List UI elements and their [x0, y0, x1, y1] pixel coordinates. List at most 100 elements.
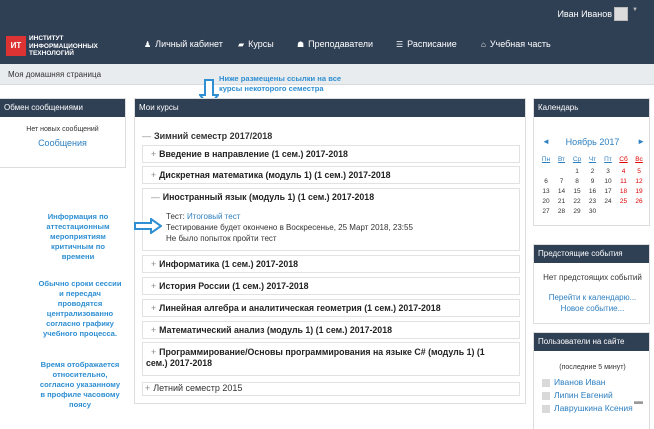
quiz-status: Не было попыток пройти тест: [166, 234, 277, 243]
annotation-line: относительно,: [52, 370, 108, 379]
logo-text: ИНСТИТУТ ИНФОРМАЦИОННЫХ ТЕХНОЛОГИЙ: [29, 35, 109, 58]
my-courses-block: Мои курсы — Зимний семестр 2017/2018 + Вве…: [134, 98, 526, 404]
calendar-day[interactable]: 6: [539, 178, 553, 186]
online-user[interactable]: Липин Евгений: [542, 390, 613, 400]
calendar-day[interactable]: 13: [539, 188, 553, 196]
calendar-day[interactable]: 25: [617, 198, 631, 206]
online-users-block: Пользователи на сайте (последние 5 минут…: [533, 332, 650, 429]
calendar-day[interactable]: 21: [555, 198, 569, 206]
list-icon: ☰: [396, 40, 404, 49]
calendar-day[interactable]: 27: [539, 208, 553, 216]
expand-icon: +: [145, 383, 151, 393]
annotation-line: Время отображается: [40, 360, 120, 369]
collapse-icon: —: [151, 192, 160, 202]
messages-link[interactable]: Сообщения: [0, 138, 125, 148]
new-event-link[interactable]: Новое событие...: [534, 304, 651, 313]
annotation-line: проводятся: [57, 299, 103, 308]
calendar-day[interactable]: 19: [632, 188, 646, 196]
calendar-day[interactable]: 8: [570, 178, 584, 186]
course-item[interactable]: + История России (1 сем.) 2017-2018: [142, 277, 520, 295]
logo-line: ТЕХНОЛОГИЙ: [29, 50, 74, 57]
chevron-down-icon[interactable]: ▼: [632, 7, 639, 17]
calendar-day[interactable]: 1: [570, 168, 584, 176]
calendar-day[interactable]: 30: [586, 208, 600, 216]
course-item[interactable]: + Линейная алгебра и аналитическая геомет…: [142, 299, 520, 317]
breadcrumb-home[interactable]: Моя домашняя страница: [8, 70, 101, 79]
course-title: + Программирование/Основы программировани…: [151, 347, 485, 357]
annotation-line: и пересдач: [59, 289, 101, 298]
calendar-day[interactable]: 3: [601, 168, 615, 176]
calendar-day[interactable]: 10: [601, 178, 615, 186]
arrow-right-icon: [134, 218, 162, 234]
course-item-expanded[interactable]: — Иностранный язык (модуль 1) (1 сем.) 20…: [142, 188, 520, 251]
course-item[interactable]: + Введение в направление (1 сем.) 2017-20…: [142, 145, 520, 163]
calendar-weekday: Ср: [572, 156, 582, 163]
quiz-link[interactable]: Итоговый тест: [187, 212, 240, 221]
online-user[interactable]: Лаврушкина Ксения: [542, 403, 633, 413]
nav-personal-cabinet[interactable]: ♟ Личный кабинет: [144, 39, 223, 49]
course-item[interactable]: + Программирование/Основы программировани…: [142, 342, 520, 376]
message-icon[interactable]: ▬: [634, 396, 643, 406]
course-title-cont: сем.) 2017-2018: [146, 358, 213, 368]
calendar-month-label[interactable]: Ноябрь 2017: [534, 137, 651, 147]
semester-summer-2015[interactable]: + Летний семестр 2015: [142, 382, 520, 396]
course-item[interactable]: + Математический анализ (модуль 1) (1 сем…: [142, 321, 520, 339]
calendar-day[interactable]: 22: [570, 198, 584, 206]
annotation-line: времени: [61, 252, 95, 261]
annotation-line: критичным по: [51, 242, 105, 251]
calendar-day[interactable]: 5: [632, 168, 646, 176]
goto-calendar-link[interactable]: Перейти к календарю...: [534, 293, 651, 302]
nav-teachers[interactable]: ☗ Преподаватели: [297, 39, 373, 49]
calendar-weekday: Чт: [588, 156, 597, 163]
nav-schedule[interactable]: ☰ Расписание: [396, 39, 457, 49]
annotation-line: согласно указанному: [39, 380, 121, 389]
user-picture-icon: [542, 391, 550, 400]
annotation-line: централизованно: [46, 309, 114, 318]
calendar-weekday: Сб: [619, 156, 628, 163]
calendar-day[interactable]: 11: [617, 178, 631, 186]
nav-academic-office[interactable]: ⌂ Учебная часть: [481, 39, 551, 49]
calendar-day[interactable]: 23: [586, 198, 600, 206]
calendar-day[interactable]: 28: [555, 208, 569, 216]
calendar-day[interactable]: 7: [555, 178, 569, 186]
no-events-text: Нет предстоящих событий: [543, 273, 642, 282]
calendar-day[interactable]: 2: [586, 168, 600, 176]
user-picture-icon: [542, 378, 550, 387]
user-avatar[interactable]: [614, 7, 628, 21]
course-item[interactable]: + Дискретная математика (модуль 1) (1 сем…: [142, 166, 520, 184]
annotation-top: Ниже размещены ссылки на все курсы некот…: [219, 74, 341, 94]
calendar-day[interactable]: 24: [601, 198, 615, 206]
calendar-day[interactable]: 20: [539, 198, 553, 206]
book-icon: ▰: [238, 40, 245, 49]
upcoming-events-title: Предстоящие события: [534, 245, 649, 263]
calendar-day[interactable]: 29: [570, 208, 584, 216]
course-item[interactable]: + Информатика (1 сем.) 2017-2018: [142, 255, 520, 273]
calendar-day[interactable]: 16: [586, 188, 600, 196]
online-user[interactable]: Иванов Иван: [542, 377, 606, 387]
site-logo[interactable]: ИТ ИНСТИТУТ ИНФОРМАЦИОННЫХ ТЕХНОЛОГИЙ: [6, 34, 102, 60]
expand-icon: +: [151, 259, 157, 269]
messages-block-title: Обмен сообщениями: [0, 99, 125, 117]
annotation-line: поясу: [68, 400, 91, 409]
calendar-day[interactable]: 26: [632, 198, 646, 206]
calendar-day[interactable]: 14: [555, 188, 569, 196]
calendar-day[interactable]: 15: [570, 188, 584, 196]
logo-badge: ИТ: [6, 36, 26, 56]
user-picture-icon: [542, 404, 550, 413]
calendar-day[interactable]: 9: [586, 178, 600, 186]
semester-label: Летний семестр 2015: [153, 383, 243, 393]
calendar-day[interactable]: 12: [632, 178, 646, 186]
my-courses-title: Мои курсы: [135, 99, 525, 117]
course-title: + История России (1 сем.) 2017-2018: [151, 281, 309, 291]
nav-label: Курсы: [248, 39, 274, 49]
calendar-weekday: Пт: [604, 156, 612, 163]
calendar-day[interactable]: 17: [601, 188, 615, 196]
course-title: + Введение в направление (1 сем.) 2017-20…: [151, 149, 348, 159]
user-menu-name[interactable]: Иван Иванов: [557, 9, 612, 19]
semester-winter-2017[interactable]: — Зимний семестр 2017/2018: [142, 131, 272, 141]
next-month-icon[interactable]: ►: [637, 137, 645, 146]
nav-courses[interactable]: ▰ Курсы: [238, 39, 274, 49]
expand-icon: +: [151, 303, 157, 313]
calendar-day[interactable]: 18: [617, 188, 631, 196]
calendar-day[interactable]: 4: [617, 168, 631, 176]
